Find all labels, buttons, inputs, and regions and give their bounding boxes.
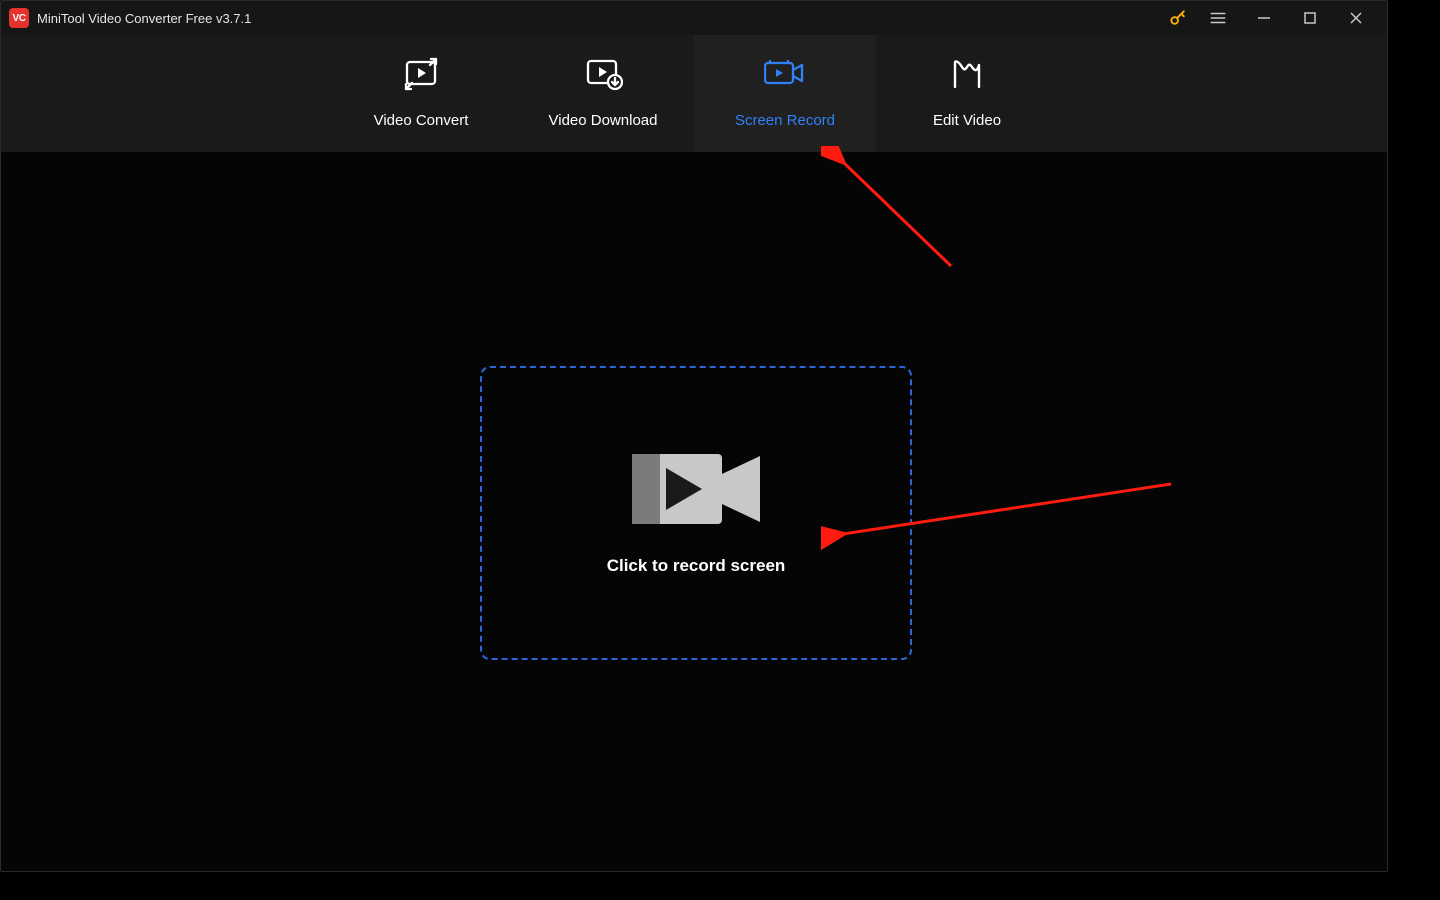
minimize-icon — [1257, 11, 1271, 25]
maximize-icon — [1304, 12, 1316, 24]
hamburger-menu-button[interactable] — [1195, 1, 1241, 35]
app-logo-text: VC — [13, 13, 26, 24]
tab-label: Video Download — [549, 112, 658, 129]
upgrade-key-button[interactable] — [1161, 1, 1195, 35]
tab-screen-record[interactable]: Screen Record — [694, 35, 876, 152]
titlebar: VC MiniTool Video Converter Free v3.7.1 — [1, 1, 1387, 35]
tab-video-download[interactable]: Video Download — [512, 35, 694, 152]
screen-record-icon — [764, 58, 806, 90]
tab-video-convert[interactable]: Video Convert — [330, 35, 512, 152]
annotation-arrow-1 — [821, 146, 981, 296]
video-convert-icon — [401, 58, 441, 90]
tab-label: Video Convert — [374, 112, 469, 129]
camera-icon — [632, 450, 760, 528]
tab-label: Screen Record — [735, 112, 835, 129]
app-title: MiniTool Video Converter Free v3.7.1 — [37, 11, 251, 26]
content-area: Click to record screen — [1, 152, 1387, 871]
maximize-button[interactable] — [1287, 1, 1333, 35]
tab-label: Edit Video — [933, 112, 1001, 129]
minimize-button[interactable] — [1241, 1, 1287, 35]
edit-video-icon — [949, 58, 985, 90]
key-icon — [1168, 8, 1188, 28]
main-tabs: Video Convert Video Download — [1, 35, 1387, 152]
record-cta-text: Click to record screen — [607, 556, 786, 576]
record-screen-dropzone[interactable]: Click to record screen — [480, 366, 912, 660]
app-logo: VC — [9, 8, 29, 28]
close-icon — [1349, 11, 1363, 25]
video-download-icon — [583, 58, 623, 90]
tab-edit-video[interactable]: Edit Video — [876, 35, 1058, 152]
close-button[interactable] — [1333, 1, 1379, 35]
app-window: VC MiniTool Video Converter Free v3.7.1 — [0, 0, 1388, 872]
menu-icon — [1209, 9, 1227, 27]
